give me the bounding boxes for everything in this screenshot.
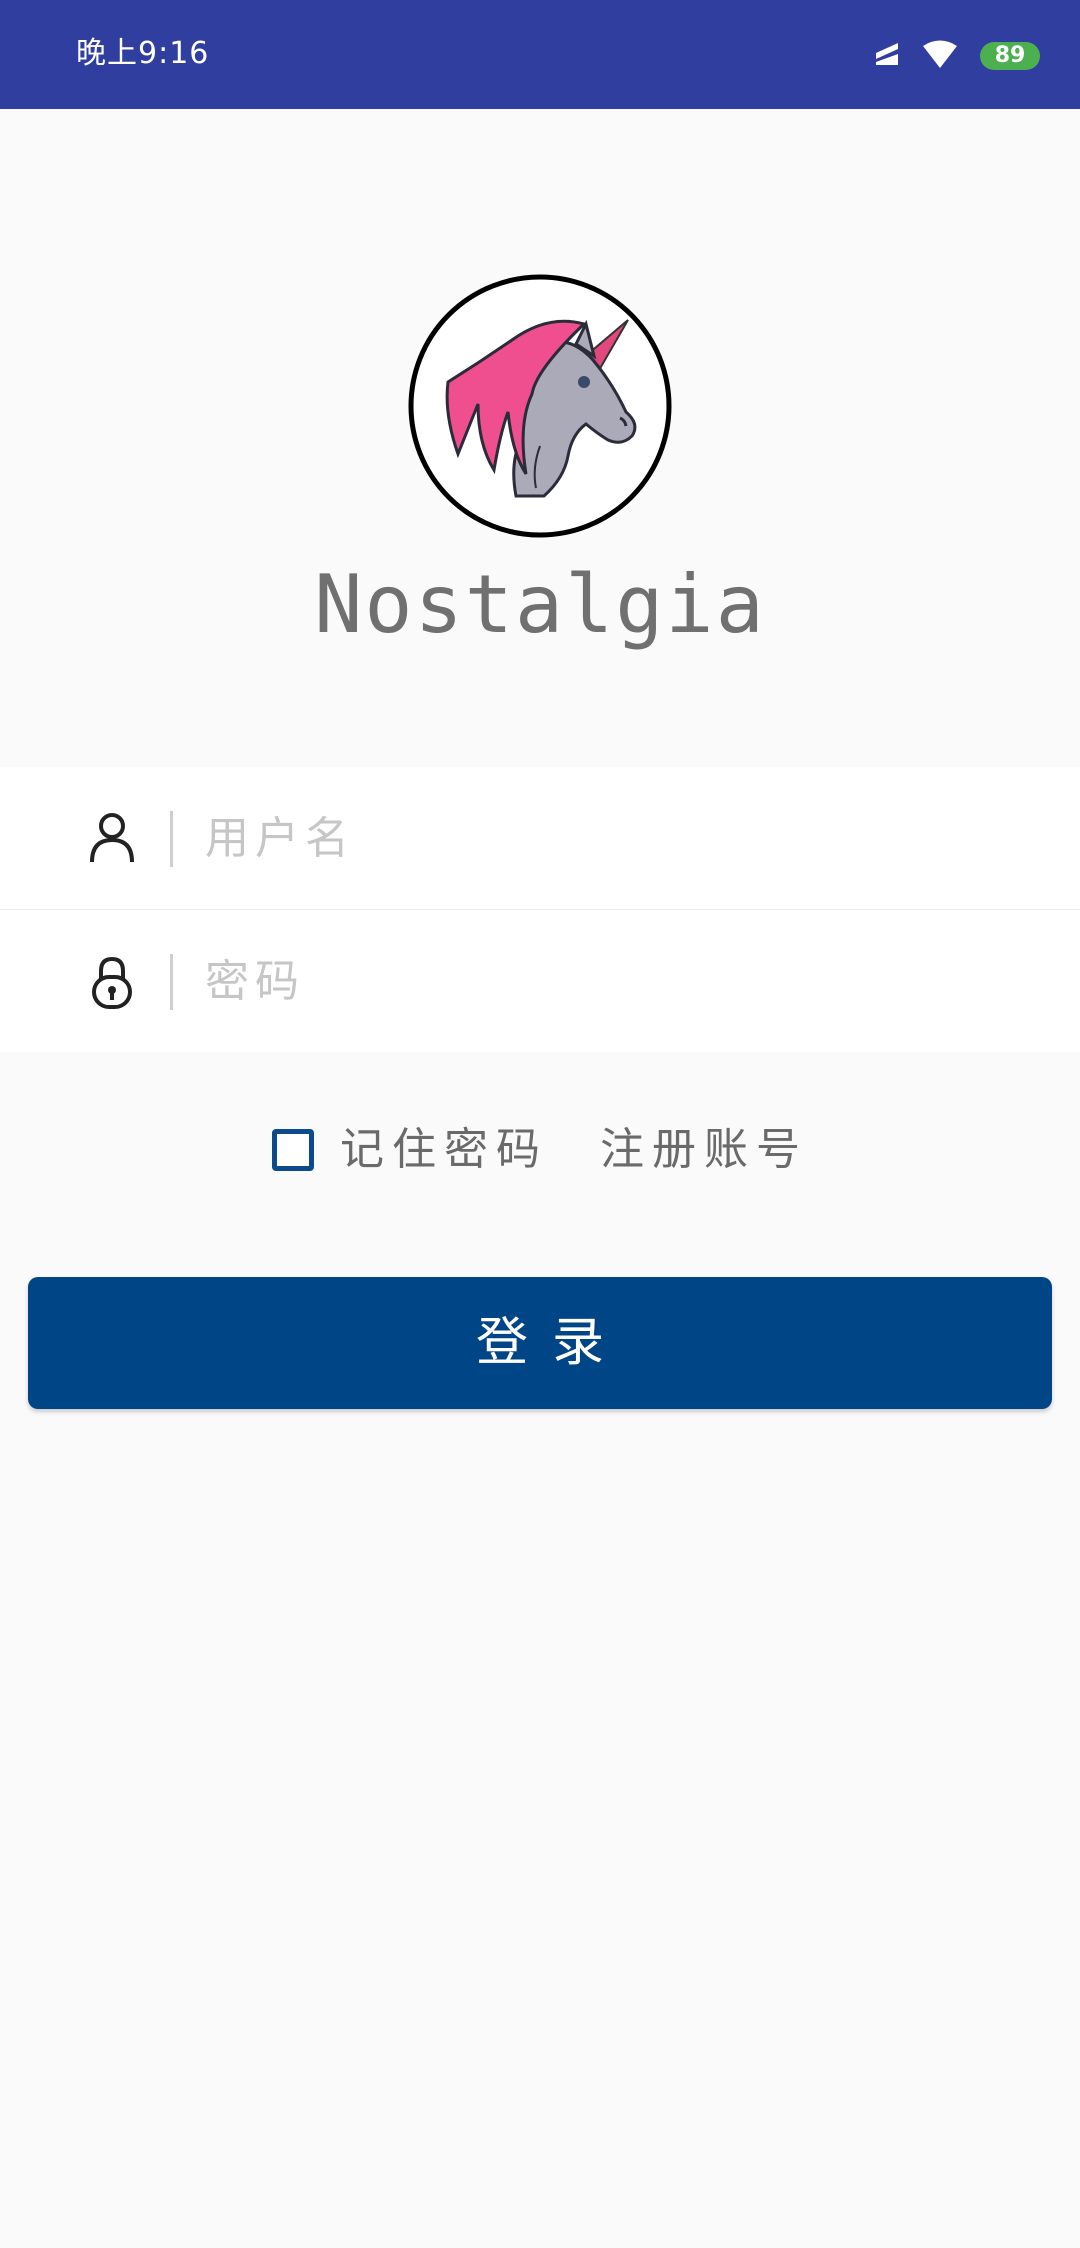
app-title: Nostalgia: [314, 558, 766, 651]
password-input[interactable]: [205, 940, 1005, 1022]
login-button[interactable]: 登录: [28, 1277, 1052, 1409]
status-icons: 89: [874, 40, 1040, 72]
battery-icon: 89: [980, 42, 1040, 70]
username-divider: [170, 811, 173, 867]
user-icon: [86, 810, 138, 866]
signal-icon: [874, 41, 900, 71]
remember-password-checkbox[interactable]: [272, 1129, 314, 1171]
unicorn-logo-icon: [408, 274, 672, 538]
password-row: [0, 910, 1080, 1052]
status-time: 晚上9:16: [76, 36, 210, 71]
login-options: 记住密码 注册账号: [0, 1120, 1080, 1180]
username-input[interactable]: [205, 797, 1005, 879]
username-row: [0, 767, 1080, 910]
password-divider: [170, 954, 173, 1010]
app-logo: [408, 274, 672, 538]
remember-password-label[interactable]: 记住密码: [340, 1120, 548, 1180]
lock-icon: [86, 953, 138, 1009]
status-bar: 晚上9:16 89: [0, 0, 1080, 109]
register-account-link[interactable]: 注册账号: [600, 1120, 808, 1180]
wifi-icon: [922, 39, 958, 73]
